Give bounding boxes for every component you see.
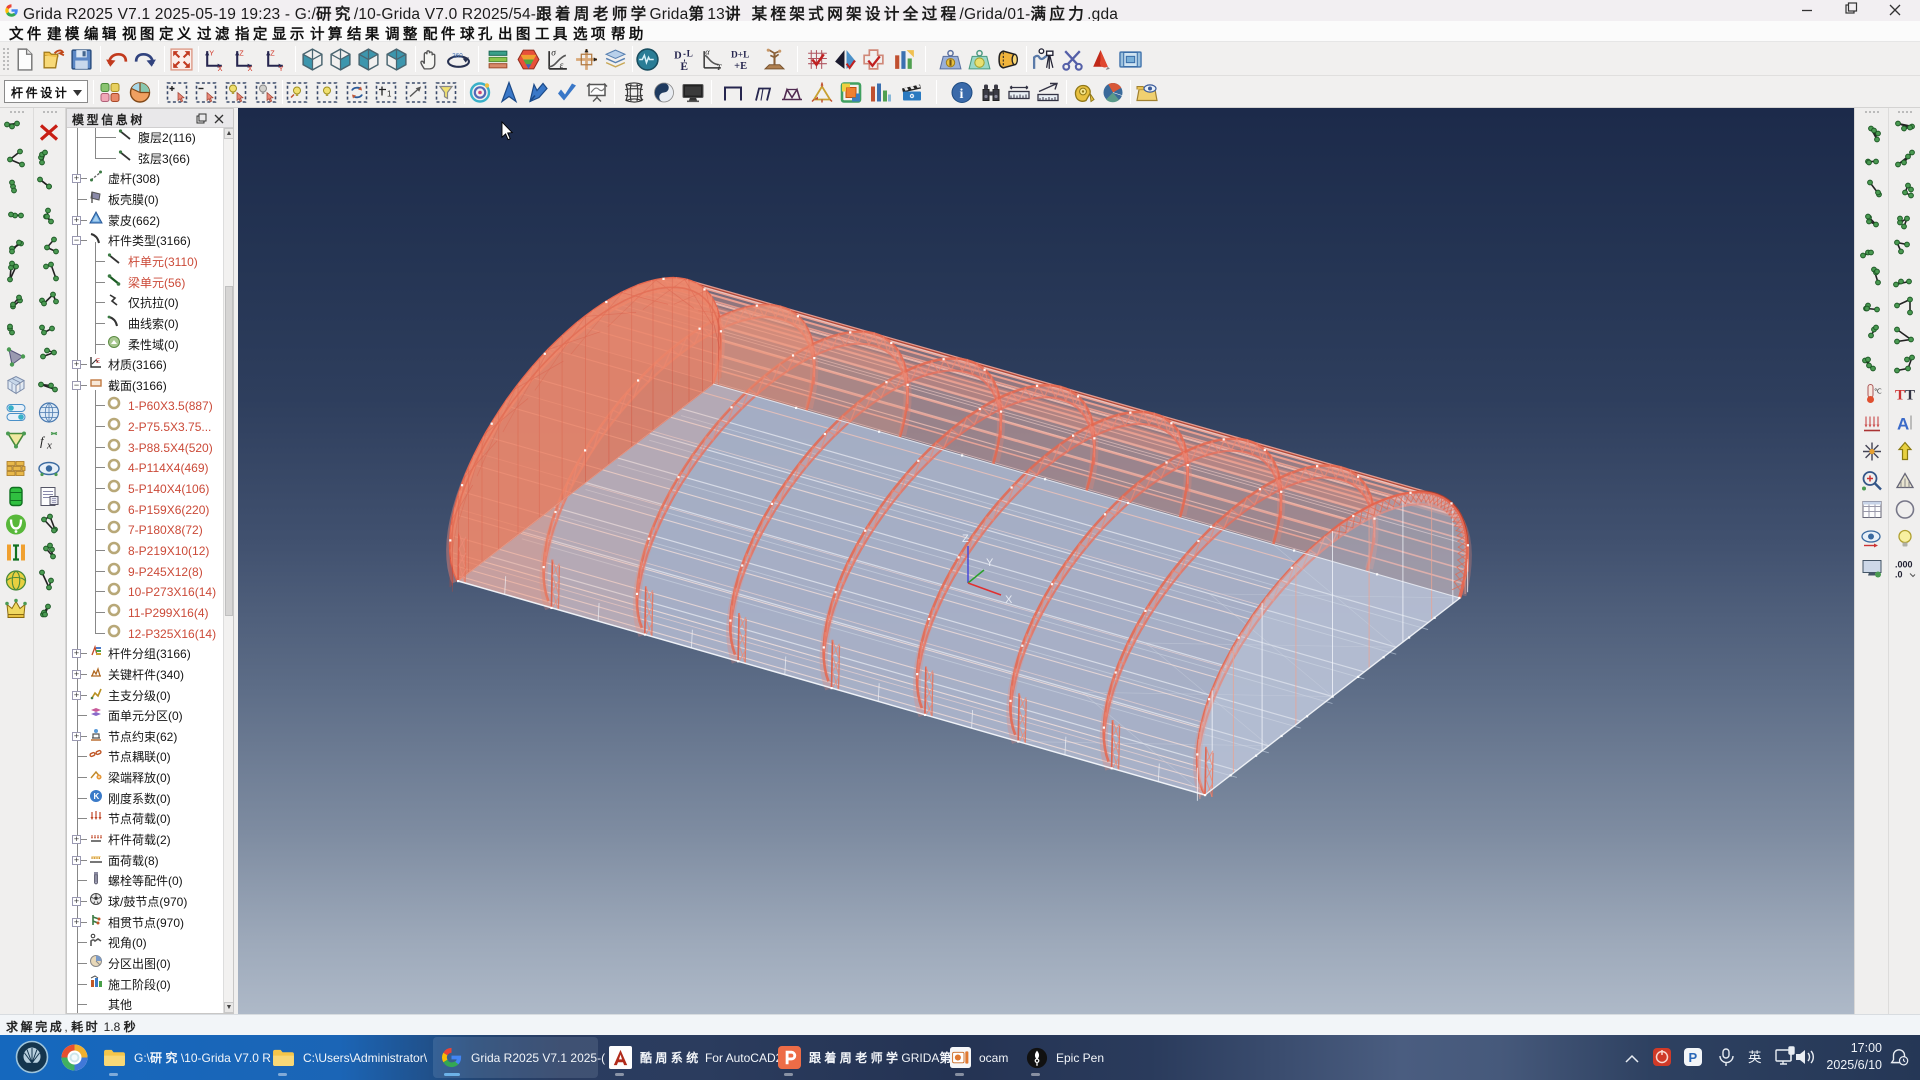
svg-text:T: T (716, 62, 722, 71)
svg-text:α: α (705, 47, 710, 56)
svg-text:Z: Z (239, 48, 244, 57)
svg-text:.0: .0 (1895, 569, 1903, 579)
svg-text:Y: Y (986, 557, 994, 569)
svg-text:f: f (40, 433, 46, 448)
svg-text:Y: Y (209, 48, 214, 57)
svg-text:T: T (1905, 387, 1915, 403)
svg-text:D+L: D+L (731, 50, 749, 60)
svg-text:σ: σ (551, 48, 556, 58)
svg-text:ε: ε (559, 60, 563, 70)
svg-text:X: X (1005, 594, 1013, 606)
svg-text:i: i (960, 87, 964, 102)
svg-text:Z: Z (270, 48, 275, 57)
svg-text:+E: +E (734, 60, 747, 71)
svg-text:A: A (1897, 414, 1909, 433)
svg-text:L: L (686, 49, 692, 59)
svg-text:x: x (46, 439, 52, 451)
svg-text:1: 1 (387, 89, 392, 98)
svg-text:X: X (247, 63, 252, 71)
svg-text:D: D (674, 50, 682, 61)
svg-text:360: 360 (452, 52, 463, 59)
svg-text:℃: ℃ (1874, 388, 1882, 395)
svg-text:X: X (217, 63, 222, 71)
svg-text:英: 英 (1748, 1049, 1762, 1065)
svg-text:T: T (1895, 387, 1905, 403)
svg-text:E: E (680, 60, 688, 71)
svg-text:E: E (96, 359, 100, 365)
svg-text:P: P (1689, 1050, 1698, 1065)
svg-text:Z: Z (962, 533, 969, 545)
svg-text:K: K (94, 792, 100, 801)
svg-text:Y: Y (278, 63, 283, 71)
svg-text:.000: .000 (1895, 559, 1913, 569)
